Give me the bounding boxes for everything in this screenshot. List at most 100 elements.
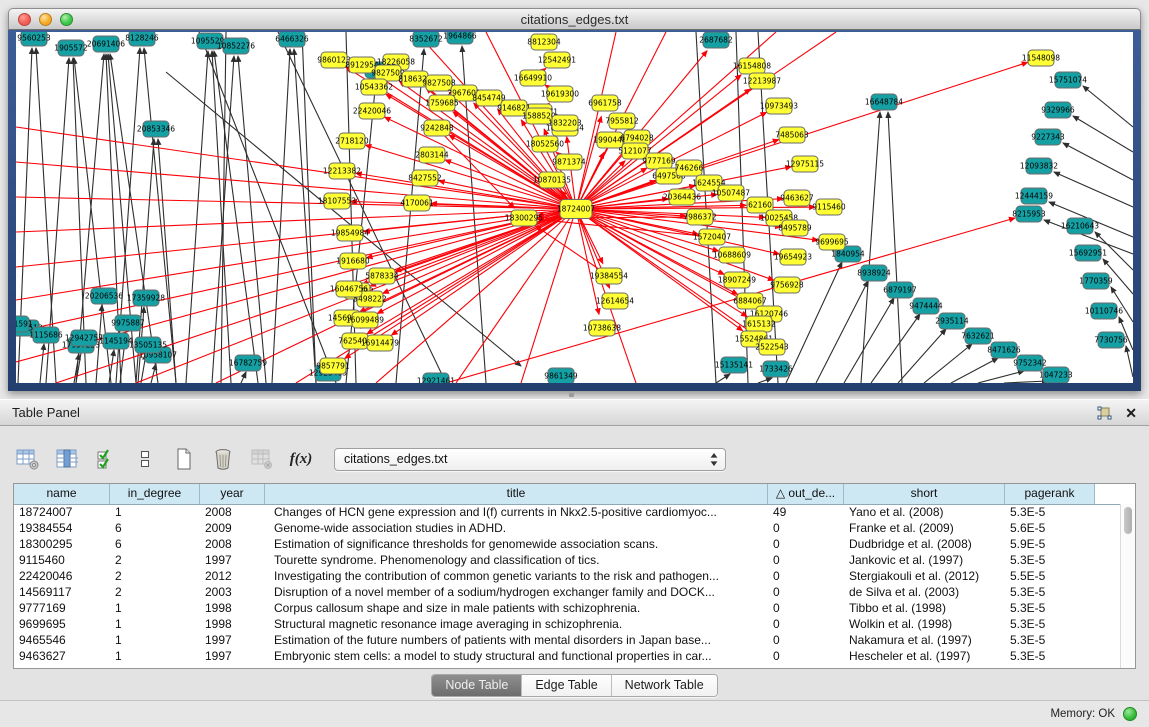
table-cell[interactable]: 2009: [200, 520, 265, 536]
graph-node[interactable]: 19619300: [541, 86, 579, 102]
graph-node[interactable]: 9474444: [909, 298, 943, 314]
graph-node[interactable]: 8215953: [1012, 206, 1046, 222]
graph-node[interactable]: 22420046: [353, 103, 391, 119]
table-cell[interactable]: 1: [110, 600, 200, 616]
graph-node[interactable]: 2522543: [755, 339, 789, 355]
table-row[interactable]: 2242004622012Investigating the contribut…: [14, 568, 1120, 584]
table-cell[interactable]: Jankovic et al. (1997): [844, 552, 1005, 568]
graph-node[interactable]: 8427552: [408, 170, 442, 186]
table-cell[interactable]: 1: [110, 504, 200, 520]
graph-node[interactable]: 12975115: [786, 156, 824, 172]
table-cell[interactable]: Estimation of significance thresholds fo…: [265, 536, 768, 552]
graph-node[interactable]: 1047233: [1039, 367, 1073, 383]
table-cell[interactable]: 1998: [200, 600, 265, 616]
select-all-icon[interactable]: [94, 447, 118, 471]
table-selector[interactable]: citations_edges.txt: [334, 448, 726, 471]
graph-edge[interactable]: [392, 209, 576, 335]
graph-edge[interactable]: [360, 209, 576, 312]
graph-node[interactable]: 9777169: [642, 153, 676, 169]
table-cell[interactable]: 0: [768, 536, 844, 552]
graph-node[interactable]: 8352672: [409, 32, 443, 47]
graph-node[interactable]: 2803144: [415, 147, 449, 163]
show-columns-icon[interactable]: [55, 447, 79, 471]
table-row[interactable]: 946554611997Estimation of the future num…: [14, 632, 1120, 648]
table-cell[interactable]: 2: [110, 584, 200, 600]
table-cell[interactable]: 5.3E-5: [1005, 632, 1095, 648]
graph-node[interactable]: 6879197: [883, 282, 917, 298]
table-cell[interactable]: 5.3E-5: [1005, 616, 1095, 632]
table-cell[interactable]: Disruption of a novel member of a sodium…: [265, 584, 768, 600]
table-cell[interactable]: 14569117: [14, 584, 110, 600]
table-cell[interactable]: 1997: [200, 552, 265, 568]
table-cell[interactable]: 9463627: [14, 648, 110, 664]
table-cell[interactable]: Nakamura et al. (1997): [844, 632, 1005, 648]
table-cell[interactable]: 0: [768, 648, 844, 664]
table-cell[interactable]: 1: [110, 616, 200, 632]
table-cell[interactable]: 2: [110, 552, 200, 568]
graph-node[interactable]: 9329966: [1041, 102, 1075, 118]
graph-node[interactable]: 9756928: [770, 277, 804, 293]
table-row[interactable]: 969969511998Structural magnetic resonanc…: [14, 616, 1120, 632]
table-cell[interactable]: 0: [768, 600, 844, 616]
graph-node[interactable]: 1115686: [29, 327, 63, 343]
graph-node[interactable]: 15692951: [1069, 245, 1107, 261]
table-cell[interactable]: 18724007: [14, 504, 110, 520]
graph-node[interactable]: 10110746: [1085, 303, 1123, 319]
column-header-pagerank[interactable]: pagerank: [1005, 484, 1095, 504]
graph-node[interactable]: 15751074: [1049, 72, 1087, 88]
table-cell[interactable]: 5.3E-5: [1005, 600, 1095, 616]
graph-node[interactable]: 1832203: [548, 115, 582, 131]
table-cell[interactable]: 6: [110, 536, 200, 552]
graph-node[interactable]: 7986372: [683, 209, 717, 225]
column-header-short[interactable]: short: [844, 484, 1005, 504]
graph-node[interactable]: 12921461: [417, 373, 455, 383]
column-header-year[interactable]: year: [200, 484, 265, 504]
memory-status-icon[interactable]: [1123, 707, 1137, 721]
table-cell[interactable]: 5.3E-5: [1005, 552, 1095, 568]
column-header-out_de[interactable]: △ out_de...: [768, 484, 844, 504]
clear-selection-icon[interactable]: [133, 447, 157, 471]
graph-node[interactable]: 9227343: [1031, 129, 1065, 145]
graph-node[interactable]: 1905572: [54, 40, 88, 56]
graph-node[interactable]: 12614654: [596, 293, 634, 309]
graph-node[interactable]: 7632621: [961, 328, 995, 344]
table-cell[interactable]: Structural magnetic resonance image aver…: [265, 616, 768, 632]
table-cell[interactable]: Tourette syndrome. Phenomenology and cla…: [265, 552, 768, 568]
graph-edge[interactable]: [437, 128, 514, 208]
table-cell[interactable]: 0: [768, 632, 844, 648]
graph-node[interactable]: 8812304: [527, 34, 561, 50]
graph-node[interactable]: 11548098: [1022, 50, 1060, 66]
graph-node[interactable]: 9752342: [1013, 355, 1047, 371]
table-cell[interactable]: 5.3E-5: [1005, 584, 1095, 600]
table-cell[interactable]: 49: [768, 504, 844, 520]
graph-node[interactable]: 9115460: [812, 199, 846, 215]
graph-node[interactable]: 12542491: [538, 52, 576, 68]
table-cell[interactable]: 1997: [200, 632, 265, 648]
graph-node[interactable]: 16782759: [229, 355, 267, 371]
graph-node[interactable]: 8495789: [778, 220, 812, 236]
graph-node[interactable]: 2718120: [335, 133, 369, 149]
table-row[interactable]: 1456911722003Disruption of a novel membe…: [14, 584, 1120, 600]
table-row[interactable]: 1938455462009Genome-wide association stu…: [14, 520, 1120, 536]
table-cell[interactable]: 1997: [200, 648, 265, 664]
table-cell[interactable]: 9465546: [14, 632, 110, 648]
graph-node[interactable]: 8128246: [125, 32, 159, 46]
column-header-title[interactable]: title: [265, 484, 768, 504]
graph-node[interactable]: 2687682: [699, 32, 733, 48]
table-cell[interactable]: 19384554: [14, 520, 110, 536]
table-cell[interactable]: 9115460: [14, 552, 110, 568]
table-cell[interactable]: Changes of HCN gene expression and I(f) …: [265, 504, 768, 520]
graph-node[interactable]: 10973493: [760, 98, 798, 114]
graph-node[interactable]: 1615132: [742, 316, 776, 332]
graph-node[interactable]: 12444159: [1015, 188, 1053, 204]
graph-node[interactable]: 9871374: [552, 154, 586, 170]
table-cell[interactable]: Hescheler et al. (1997): [844, 648, 1005, 664]
table-cell[interactable]: 0: [768, 616, 844, 632]
graph-node[interactable]: 7955812: [605, 113, 639, 129]
graph-node[interactable]: 16648784: [865, 94, 903, 110]
table-mode-icon[interactable]: [16, 447, 40, 471]
graph-node[interactable]: 6466326: [275, 32, 309, 47]
tab-edge-table[interactable]: Edge Table: [521, 675, 610, 696]
scrollbar-thumb[interactable]: [1124, 507, 1132, 534]
graph-node[interactable]: 16649910: [514, 70, 552, 86]
